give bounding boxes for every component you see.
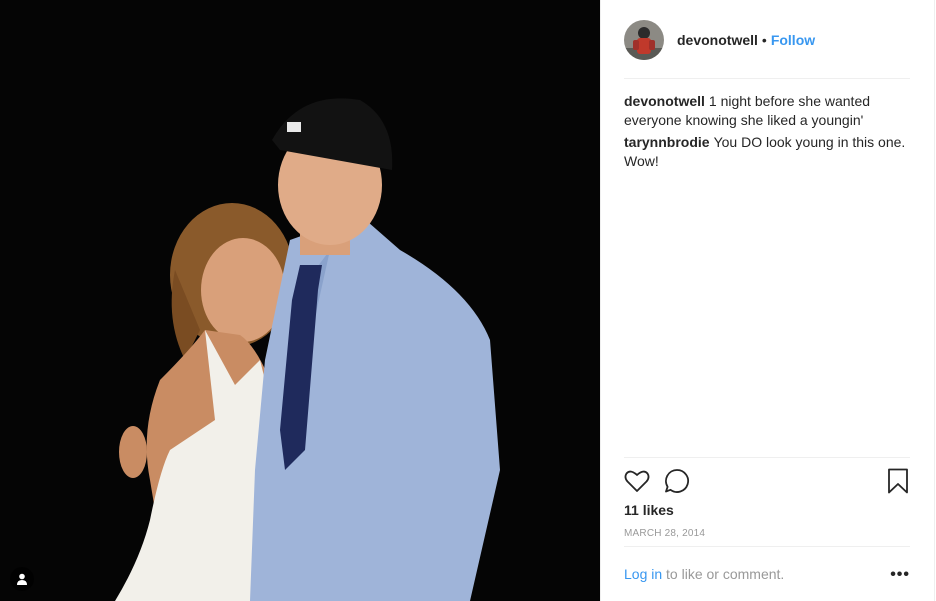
username-link[interactable]: devonotwell [677, 32, 758, 48]
login-prompt-text: to like or comment. [666, 566, 785, 582]
comment-item: devonotwell 1 night before she wanted eve… [624, 92, 912, 130]
separator-dot: • [761, 32, 767, 48]
bookmark-icon[interactable] [885, 468, 911, 494]
more-options-icon[interactable]: ••• [890, 566, 910, 584]
avatar[interactable] [624, 20, 664, 60]
post-photo[interactable] [0, 0, 600, 601]
post-date[interactable]: MARCH 28, 2014 [624, 528, 705, 539]
login-link[interactable]: Log in [624, 566, 662, 582]
comments-list: devonotwell 1 night before she wanted eve… [624, 92, 912, 174]
comment-username[interactable]: tarynnbrodie [624, 134, 710, 150]
photo-image [0, 0, 600, 601]
comment-item: tarynnbrodie You DO look young in this on… [624, 133, 912, 171]
post-sidebar: devonotwell • Follow devonotwell 1 night … [600, 0, 935, 601]
user-tag-icon[interactable] [10, 567, 34, 591]
post-actions: 11 likes MARCH 28, 2014 [624, 457, 910, 547]
comment-bubble-icon[interactable] [664, 468, 690, 494]
follow-button[interactable]: Follow [771, 32, 815, 48]
likes-count[interactable]: 11 likes [624, 502, 674, 518]
comment-username[interactable]: devonotwell [624, 93, 705, 109]
heart-icon[interactable] [624, 468, 650, 494]
post-header: devonotwell • Follow [624, 18, 910, 79]
login-prompt: Log in to like or comment. [624, 566, 784, 582]
